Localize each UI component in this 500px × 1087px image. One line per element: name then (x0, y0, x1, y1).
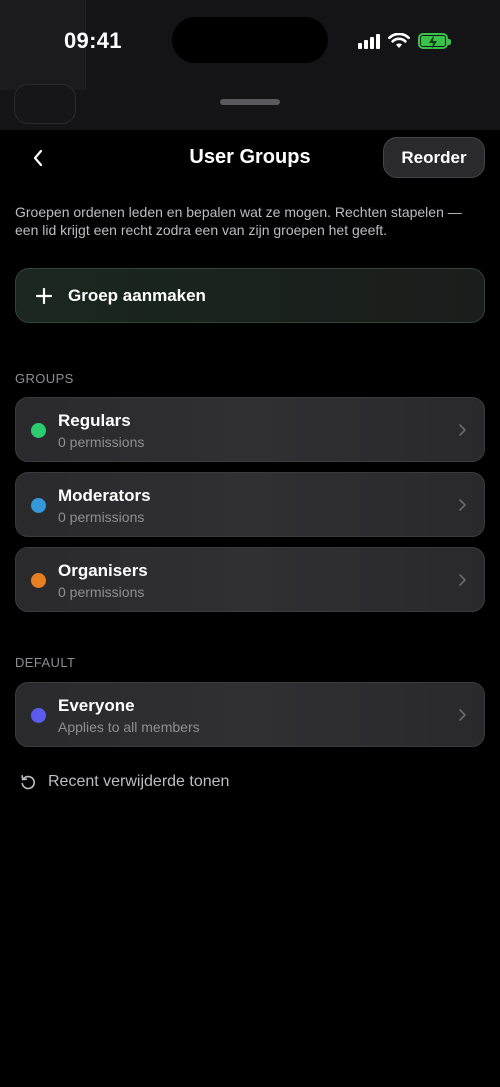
group-permissions: 0 permissions (58, 584, 145, 600)
group-permissions: 0 permissions (58, 434, 145, 450)
group-name: Regulars (58, 411, 131, 430)
group-row-regulars[interactable]: Regulars 0 permissions (15, 397, 485, 462)
chevron-right-icon (459, 709, 466, 721)
group-description: Applies to all members (58, 719, 200, 735)
group-name: Moderators (58, 486, 151, 505)
status-time: 09:41 (64, 28, 122, 53)
group-row-organisers[interactable]: Organisers 0 permissions (15, 547, 485, 612)
cellular-signal-icon (358, 33, 380, 49)
group-permissions: 0 permissions (58, 509, 145, 525)
group-row-moderators[interactable]: Moderators 0 permissions (15, 472, 485, 537)
show-recently-deleted-link[interactable]: Recent verwijderde tonen (20, 773, 229, 791)
groups-section-label: GROUPS (15, 371, 74, 386)
status-icons (358, 30, 451, 52)
sheet-grabber[interactable] (220, 99, 280, 105)
create-group-button[interactable]: Groep aanmaken (15, 268, 485, 323)
user-groups-sheet: User Groups Reorder Groepen ordenen lede… (0, 130, 500, 1087)
show-recently-deleted-label: Recent verwijderde tonen (48, 773, 230, 790)
chevron-right-icon (459, 574, 466, 586)
background-screen-pill (14, 84, 76, 124)
reorder-button[interactable]: Reorder (383, 137, 485, 178)
restore-icon (21, 775, 35, 790)
group-name: Everyone (58, 696, 135, 715)
group-color-dot (31, 498, 46, 513)
default-section-label: DEFAULT (15, 655, 76, 670)
group-color-dot (31, 423, 46, 438)
status-bar: 09:41 (0, 0, 500, 130)
group-color-dot (31, 708, 46, 723)
group-name: Organisers (58, 561, 148, 580)
create-group-label: Groep aanmaken (68, 285, 206, 305)
navigation-bar: User Groups Reorder (0, 130, 500, 186)
dynamic-island (172, 17, 328, 63)
group-row-everyone[interactable]: Everyone Applies to all members (15, 682, 485, 747)
groups-description: Groepen ordenen leden en bepalen wat ze … (15, 204, 462, 238)
wifi-icon (388, 33, 410, 48)
battery-charging-icon (418, 33, 451, 49)
group-color-dot (31, 573, 46, 588)
chevron-right-icon (459, 499, 466, 511)
chevron-right-icon (459, 424, 466, 436)
plus-icon (36, 287, 52, 304)
